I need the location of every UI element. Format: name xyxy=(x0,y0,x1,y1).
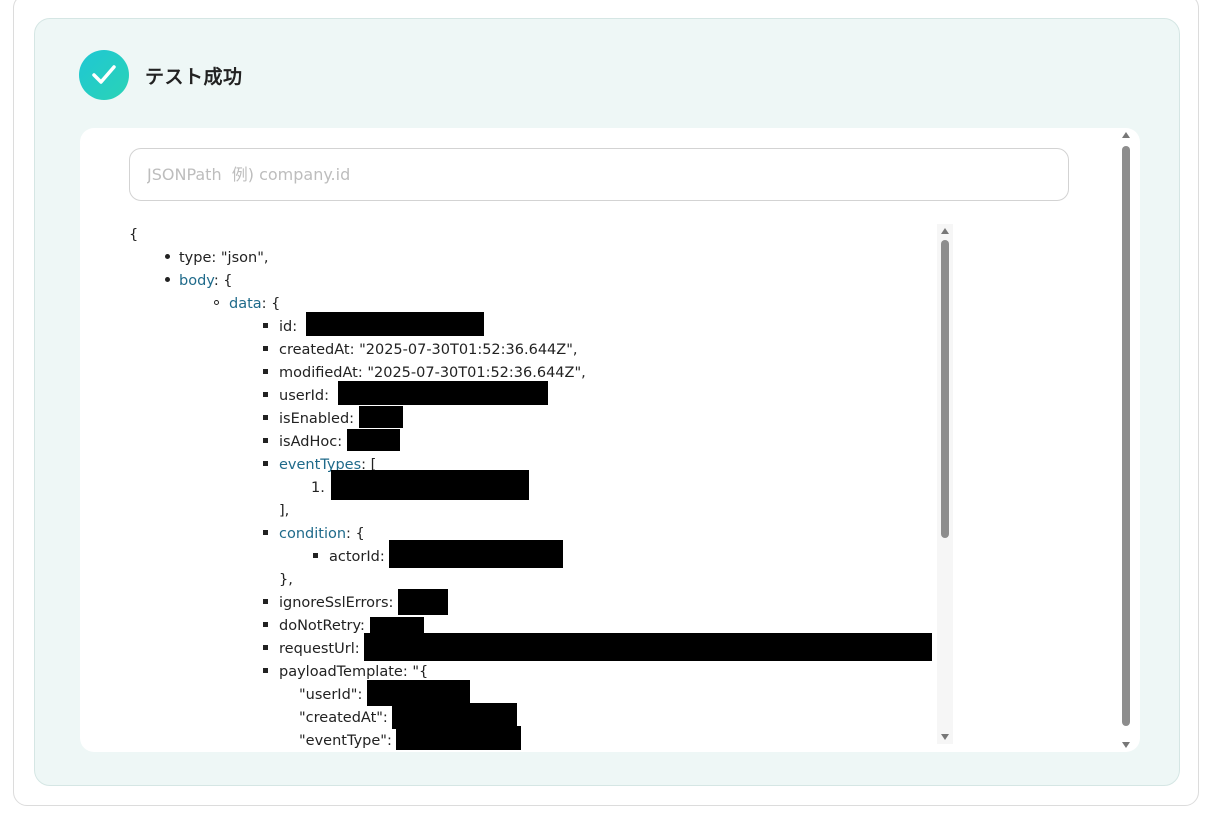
bullet-square-icon xyxy=(263,668,268,673)
bullet-circle-icon xyxy=(214,300,219,305)
json-data-line: data: { xyxy=(229,293,280,316)
json-data-key[interactable]: data xyxy=(229,296,262,312)
bullet-square-icon xyxy=(263,346,268,351)
scroll-down-arrow-icon[interactable] xyxy=(941,734,949,740)
json-donotretry-label: doNotRetry: xyxy=(279,618,365,634)
scroll-up-arrow-icon[interactable] xyxy=(1122,132,1130,138)
json-tree: { type: "json", body: { data: { id: crea… xyxy=(129,224,937,752)
redacted-value xyxy=(305,312,484,336)
redacted-value xyxy=(358,406,403,428)
bullet-square-icon xyxy=(313,553,318,558)
bullet-square-icon xyxy=(263,438,268,443)
json-userid-line: userId: xyxy=(279,381,548,408)
json-ignoresslerrors-label: ignoreSslErrors: xyxy=(279,595,394,611)
check-circle-icon xyxy=(79,50,129,100)
card-scrollbar-thumb[interactable] xyxy=(1122,146,1130,726)
json-pt-createdat-label: "createdAt": xyxy=(299,710,388,726)
bullet-icon xyxy=(165,254,170,259)
redacted-value xyxy=(337,381,548,405)
redacted-value xyxy=(364,633,933,661)
json-isenabled-label: isEnabled: xyxy=(279,411,355,427)
json-pt-eventtype-line: "eventType": xyxy=(299,726,522,752)
card-scrollbar[interactable] xyxy=(1118,128,1134,752)
json-id-line: id: xyxy=(279,312,484,339)
json-actorid-line: actorId: xyxy=(329,540,564,569)
bullet-square-icon xyxy=(263,599,268,604)
json-isenabled-line: isEnabled: xyxy=(279,406,403,431)
scroll-up-arrow-icon[interactable] xyxy=(941,228,949,234)
redacted-value xyxy=(398,589,449,615)
json-actorid-label: actorId: xyxy=(329,549,385,565)
json-body-line: body: { xyxy=(179,270,233,293)
json-scrollbar-thumb[interactable] xyxy=(941,240,949,538)
redacted-value xyxy=(346,429,400,451)
json-condition-suffix: : { xyxy=(346,526,365,542)
json-condition-close: }, xyxy=(279,572,293,588)
bullet-square-icon xyxy=(263,622,268,627)
redacted-value xyxy=(389,540,564,568)
json-eventtypes-close: ], xyxy=(279,503,290,519)
json-condition-key[interactable]: condition xyxy=(279,526,346,542)
result-card: { type: "json", body: { data: { id: crea… xyxy=(80,128,1140,752)
json-id-label: id: xyxy=(279,319,298,335)
json-open-brace: { xyxy=(129,227,139,243)
json-requesturl-line: requestUrl: xyxy=(279,633,933,661)
json-pt-eventtype-label: "eventType": xyxy=(299,733,392,749)
json-scrollbar[interactable] xyxy=(937,224,953,744)
json-type-line: type: "json", xyxy=(179,250,269,266)
bullet-square-icon xyxy=(263,461,268,466)
json-ignoresslerrors-line: ignoreSslErrors: xyxy=(279,589,449,615)
scroll-down-arrow-icon[interactable] xyxy=(1122,742,1130,748)
status-title: テスト成功 xyxy=(145,66,243,88)
bullet-icon xyxy=(165,277,170,282)
json-body-key[interactable]: body xyxy=(179,273,214,289)
bullet-square-icon xyxy=(263,530,268,535)
json-isadhoc-line: isAdHoc: xyxy=(279,429,400,454)
bullet-square-icon xyxy=(263,392,268,397)
json-userid-label: userId: xyxy=(279,388,329,404)
jsonpath-search-input[interactable] xyxy=(129,148,1069,201)
json-eventtypes-item: 1. xyxy=(311,470,530,500)
json-body-suffix: : { xyxy=(213,273,233,289)
json-data-suffix: : { xyxy=(261,296,281,312)
json-isadhoc-label: isAdHoc: xyxy=(279,434,343,450)
redacted-value xyxy=(396,726,522,750)
json-condition-line: condition: { xyxy=(279,523,365,546)
bullet-square-icon xyxy=(263,415,268,420)
json-event-item-num: 1. xyxy=(311,480,325,496)
json-requesturl-label: requestUrl: xyxy=(279,641,360,657)
json-pt-userid-label: "userId": xyxy=(299,687,363,703)
json-createdat-line: createdAt: "2025-07-30T01:52:36.644Z", xyxy=(279,342,578,358)
bullet-square-icon xyxy=(263,369,268,374)
bullet-square-icon xyxy=(263,323,268,328)
bullet-square-icon xyxy=(263,645,268,650)
redacted-value xyxy=(331,470,530,500)
